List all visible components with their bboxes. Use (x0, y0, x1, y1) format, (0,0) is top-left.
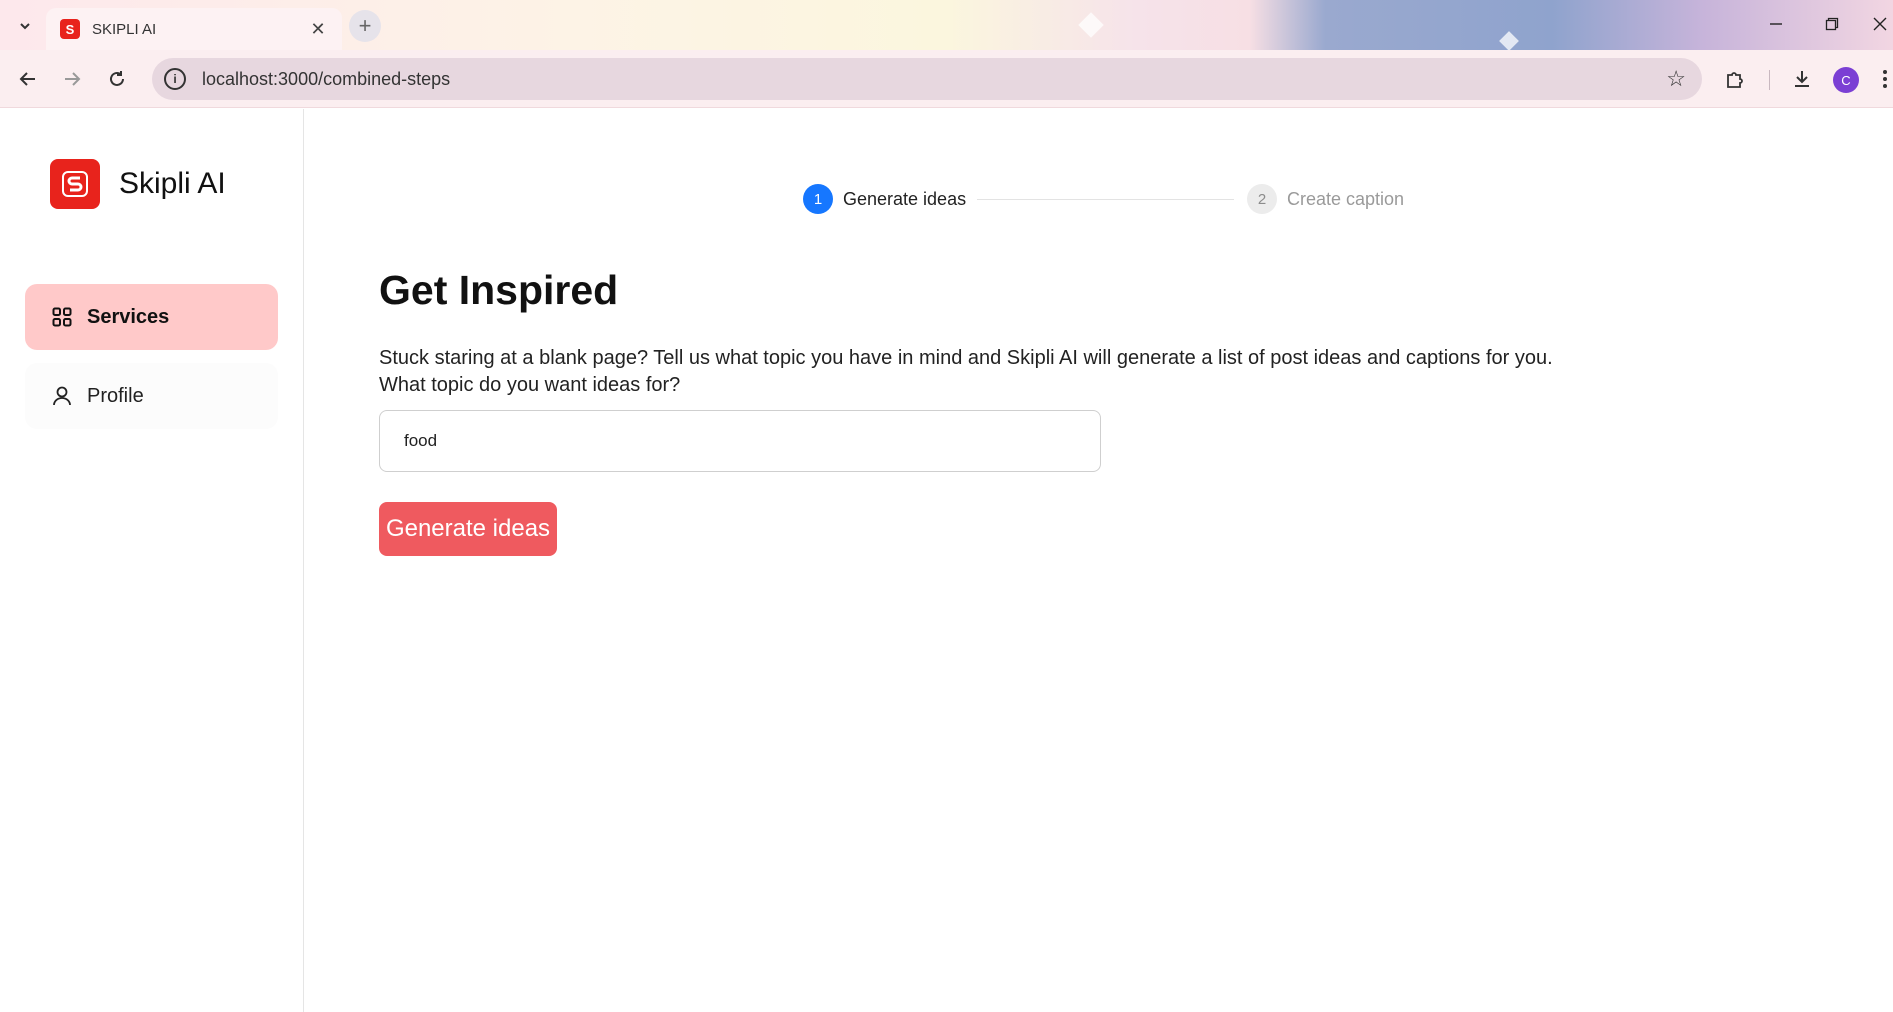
browser-toolbar: i localhost:3000/combined-steps ☆ (0, 50, 1893, 108)
decorative-diamond (1499, 31, 1519, 51)
description-text: Stuck staring at a blank page? Tell us w… (379, 347, 1553, 369)
topic-prompt-label: What topic do you want ideas for? (379, 374, 681, 396)
extensions-button[interactable] (1719, 63, 1751, 95)
tab-search-dropdown[interactable] (12, 13, 38, 39)
chevron-down-icon (20, 23, 30, 30)
profile-avatar[interactable]: C (1833, 67, 1859, 93)
reload-icon (110, 71, 124, 86)
site-info-icon[interactable]: i (164, 68, 186, 90)
forward-button[interactable] (56, 63, 88, 95)
skipli-favicon-icon: S (60, 19, 80, 39)
step-2-number: 2 (1247, 184, 1277, 214)
tab-title: SKIPLI AI (92, 20, 157, 38)
puzzle-icon (1727, 72, 1743, 88)
page-description: Stuck staring at a blank page? Tell us w… (379, 345, 1553, 399)
back-button[interactable] (12, 63, 44, 95)
sidebar-item-label: Services (87, 305, 170, 328)
reload-button[interactable] (101, 63, 133, 95)
downloads-button[interactable] (1786, 63, 1818, 95)
url-text[interactable]: localhost:3000/combined-steps (202, 69, 1666, 90)
restore-button[interactable] (1812, 9, 1852, 39)
sidebar: Skipli AI Services Profile (0, 109, 304, 1012)
step-connector (977, 199, 1234, 200)
browser-tab-bar: S SKIPLI AI ✕ + (0, 0, 1893, 51)
app-logo[interactable]: Skipli AI (50, 159, 226, 209)
generate-ideas-button[interactable]: Generate ideas (379, 502, 557, 556)
user-icon (51, 385, 73, 407)
download-icon (1795, 71, 1809, 87)
sidebar-item-profile[interactable]: Profile (25, 363, 278, 429)
logo-text: Skipli AI (119, 167, 226, 200)
toolbar-separator (1769, 70, 1770, 90)
minimize-icon (1770, 23, 1782, 25)
skipli-logo-icon (50, 159, 100, 209)
arrow-right-icon (65, 72, 81, 86)
restore-icon (1825, 17, 1839, 31)
bookmark-star-icon[interactable]: ☆ (1666, 66, 1686, 92)
step-2-label: Create caption (1287, 189, 1405, 209)
steps-indicator: 1 Generate ideas 2 Create caption (803, 184, 1413, 216)
browser-menu-button[interactable] (1876, 63, 1893, 95)
step-1-label: Generate ideas (843, 189, 967, 209)
sidebar-item-services[interactable]: Services (25, 284, 278, 350)
page-title: Get Inspired (379, 267, 619, 313)
tab-close-icon[interactable]: ✕ (308, 19, 328, 40)
close-icon (1873, 17, 1886, 31)
browser-tab[interactable]: S SKIPLI AI ✕ (46, 8, 342, 50)
main-content: 1 Generate ideas 2 Create caption Get In… (305, 109, 1893, 1012)
topic-input[interactable] (379, 410, 1101, 472)
grid-icon (51, 306, 73, 328)
arrow-left-icon (19, 72, 35, 86)
step-1-number: 1 (803, 184, 833, 214)
address-bar[interactable]: i localhost:3000/combined-steps ☆ (152, 58, 1702, 100)
sidebar-item-label: Profile (87, 384, 144, 407)
new-tab-button[interactable]: + (349, 10, 381, 42)
more-vertical-icon (1882, 70, 1887, 88)
minimize-button[interactable] (1756, 9, 1796, 39)
decorative-diamond (1078, 12, 1104, 38)
close-window-button[interactable] (1866, 9, 1893, 39)
